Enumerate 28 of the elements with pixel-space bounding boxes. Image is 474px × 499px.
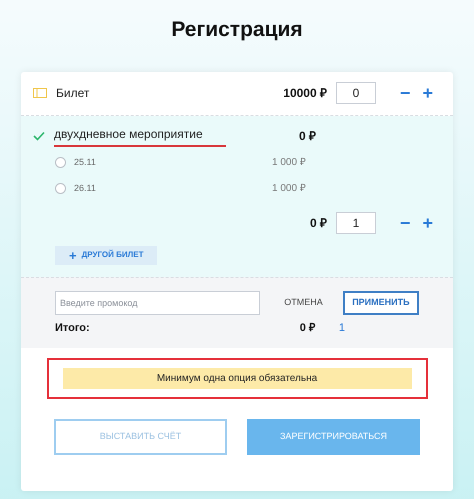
total-count: 1 — [338, 320, 345, 336]
total-price: 0 ₽ — [300, 320, 315, 336]
add-ticket-button[interactable]: + ДРУГОЙ БИЛЕТ — [55, 246, 157, 264]
cancel-button[interactable]: ОТМЕНА — [284, 296, 323, 310]
option-price: 1 000 ₽ — [272, 156, 306, 170]
page-title: Регистрация — [171, 17, 303, 43]
ticket-icon — [33, 88, 47, 98]
apply-button[interactable]: ПРИМЕНИТЬ — [342, 290, 419, 314]
option-price: 1 000 ₽ — [272, 182, 306, 196]
radio-button[interactable] — [55, 157, 66, 168]
quantity-field[interactable]: 0 — [336, 82, 376, 104]
register-button[interactable]: ЗАРЕГИСТРИРОВАТЬСЯ — [247, 419, 420, 455]
option-date: 25.11 — [74, 156, 97, 169]
ticket-price: 10000 ₽ — [283, 85, 327, 102]
ticket-name: Билет — [56, 85, 90, 102]
subtotal-price: 0 ₽ — [310, 214, 327, 232]
total-label: Итого: — [55, 320, 90, 336]
option-group-name: двухдневное мероприятие — [54, 124, 226, 146]
quantity-field[interactable]: 1 — [336, 212, 376, 234]
increase-button[interactable]: + — [422, 84, 433, 102]
decrease-button[interactable]: − — [400, 214, 410, 232]
promo-code-field[interactable]: Введите промокод — [55, 290, 260, 314]
decrease-button[interactable]: − — [400, 84, 410, 102]
radio-button[interactable] — [55, 183, 66, 194]
warning-message: Минимум одна опция обязательна — [62, 368, 412, 389]
increase-button[interactable]: + — [422, 214, 433, 232]
option-group-price: 0 ₽ — [299, 128, 316, 144]
option-date: 26.11 — [74, 182, 97, 195]
